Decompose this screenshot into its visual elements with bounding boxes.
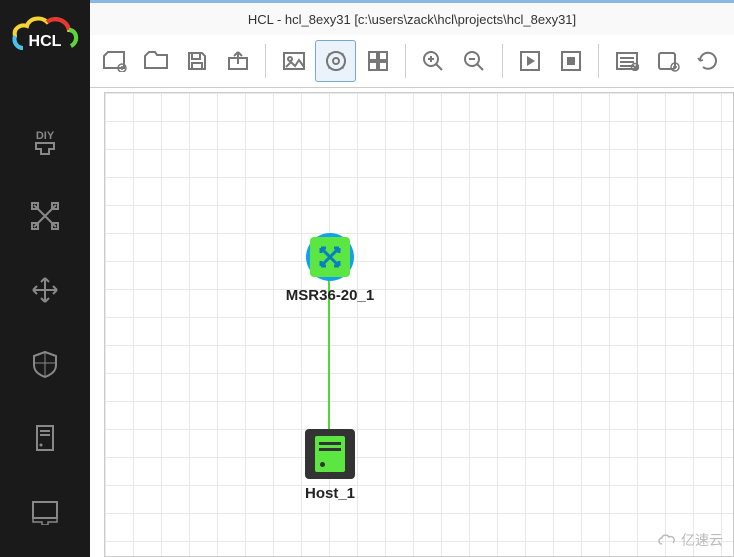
sidebar-item-screen[interactable] xyxy=(20,487,70,537)
toolbar-separator xyxy=(405,44,406,78)
hcl-logo: HCL xyxy=(10,10,80,65)
canvas-wrap: MSR36-20_1 Host_1 亿速云 xyxy=(90,88,734,557)
window-title: HCL - hcl_8exy31 [c:\users\zack\hcl\proj… xyxy=(248,12,576,27)
image-button[interactable] xyxy=(274,41,313,81)
node-router-label: MSR36-20_1 xyxy=(280,287,380,304)
router-icon xyxy=(306,233,354,281)
logo-text: HCL xyxy=(29,33,62,50)
sidebar: HCL DIY xyxy=(0,0,90,557)
save-button[interactable] xyxy=(178,41,217,81)
sidebar-item-diy[interactable]: DIY xyxy=(20,117,70,167)
export-button[interactable] xyxy=(219,41,258,81)
watermark: 亿速云 xyxy=(657,530,723,550)
sidebar-item-server[interactable] xyxy=(20,413,70,463)
toolbar-separator xyxy=(502,44,503,78)
main-area: HCL - hcl_8exy31 [c:\users\zack\hcl\proj… xyxy=(90,0,734,557)
list-button[interactable] xyxy=(607,41,646,81)
toolbar-separator xyxy=(598,44,599,78)
zoom-in-button[interactable] xyxy=(414,41,453,81)
sidebar-item-shield[interactable] xyxy=(20,339,70,389)
topology-canvas[interactable]: MSR36-20_1 Host_1 亿速云 xyxy=(104,92,734,557)
stop-button[interactable] xyxy=(552,41,591,81)
svg-text:DIY: DIY xyxy=(36,130,55,142)
settings-button[interactable] xyxy=(315,40,356,82)
sidebar-item-move[interactable] xyxy=(20,265,70,315)
node-host[interactable]: Host_1 xyxy=(295,429,365,502)
titlebar: HCL - hcl_8exy31 [c:\users\zack\hcl\proj… xyxy=(90,0,734,35)
zoom-out-button[interactable] xyxy=(455,41,494,81)
node-host-label: Host_1 xyxy=(295,485,365,502)
open-button[interactable] xyxy=(137,41,176,81)
sidebar-item-connect[interactable] xyxy=(20,191,70,241)
watermark-text: 亿速云 xyxy=(681,530,723,550)
play-button[interactable] xyxy=(511,41,550,81)
node-router[interactable]: MSR36-20_1 xyxy=(280,233,380,304)
add-note-button[interactable] xyxy=(648,41,687,81)
toolbar xyxy=(90,35,734,88)
new-button[interactable] xyxy=(96,41,135,81)
grid-button[interactable] xyxy=(358,41,397,81)
host-icon xyxy=(305,429,355,479)
refresh-button[interactable] xyxy=(689,41,728,81)
toolbar-separator xyxy=(265,44,266,78)
